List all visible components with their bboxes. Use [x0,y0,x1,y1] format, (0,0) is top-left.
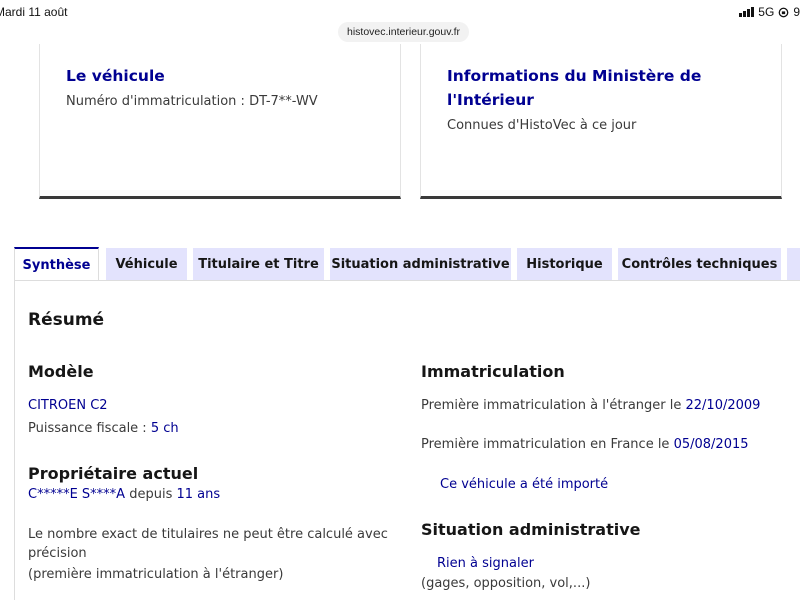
tab-situation[interactable]: Situation administrative [330,248,511,281]
proprietaire-title: Propriétaire actuel [28,464,199,483]
status-date: Mardi 11 août [0,5,68,19]
orientation-lock-icon [778,7,789,17]
network-label: 5G [758,5,775,19]
immat-etranger-date: 22/10/2009 [685,398,761,413]
immat-etranger-label: Première immatriculation à l'étranger le [421,398,682,413]
signal-icon [739,7,755,17]
tab-historique[interactable]: Historique [517,248,612,281]
ministry-card: Informations du Ministère de l'Intérieur… [420,44,782,199]
immat-etranger: Première immatriculation à l'étranger le… [421,398,760,413]
vehicle-card: Le véhicule Numéro d'immatriculation : D… [39,44,401,199]
ministry-card-title: Informations du Ministère de l'Intérieur [447,67,702,109]
proprietaire-name: C*****E S****A [28,487,126,502]
situation-title: Situation administrative [421,520,641,539]
tab-controles[interactable]: Contrôles techniques [618,248,781,281]
titulaires-note-1: Le nombre exact de titulaires ne peut êt… [28,527,388,542]
resume-title: Résumé [28,310,105,330]
imported-status: Ce véhicule a été importé [440,477,609,492]
tab-overflow[interactable] [787,248,800,281]
puissance-value: 5 ch [150,421,179,436]
url-bar[interactable]: histovec.interieur.gouv.fr [338,22,470,42]
status-indicators: 5G 9 [739,5,800,19]
immatriculation-title: Immatriculation [421,362,565,381]
registration-number: Numéro d'immatriculation : DT-7**-WV [66,94,318,109]
tab-list: Synthèse Véhicule Titulaire et Titre Sit… [14,247,800,281]
titulaires-note-2: précision [28,546,87,561]
tab-titulaire[interactable]: Titulaire et Titre [193,248,324,281]
depuis-value: 11 ans [176,487,221,502]
modele-title: Modèle [28,362,94,381]
titulaires-note-3: (première immatriculation à l'étranger) [28,567,284,582]
immat-france-date: 05/08/2015 [673,437,749,452]
depuis-label: depuis [129,487,173,502]
ministry-card-desc: Connues d'HistoVec à ce jour [447,118,637,133]
vehicle-card-title: Le véhicule [66,67,165,85]
tab-synthese[interactable]: Synthèse [14,247,99,281]
immat-france: Première immatriculation en France le 05… [421,437,749,452]
battery-percent: 9 [793,5,800,19]
immat-france-label: Première immatriculation en France le [421,437,670,452]
situation-detail: (gages, opposition, vol,...) [421,576,591,591]
modele-name: CITROEN C2 [28,398,108,413]
proprietaire-line: C*****E S****A depuis 11 ans [28,487,220,502]
situation-status: Rien à signaler [437,556,534,571]
tab-vehicule[interactable]: Véhicule [106,248,187,281]
puissance-label: Puissance fiscale : [28,421,147,436]
puissance-fiscale: Puissance fiscale : 5 ch [28,421,179,436]
